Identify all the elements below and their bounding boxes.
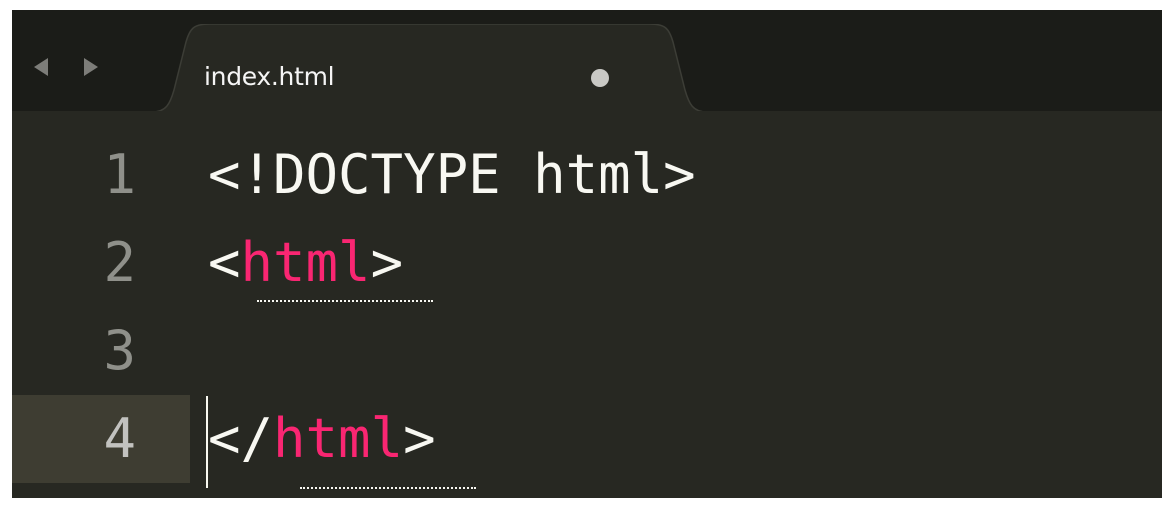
doctype-declaration: <!DOCTYPE html> xyxy=(208,143,696,206)
line-number: 2 xyxy=(103,231,136,294)
tag-punctuation: < xyxy=(208,231,241,294)
tag-punctuation: > xyxy=(370,231,404,294)
line-number-current: 4 xyxy=(103,407,136,470)
triangle-left-icon[interactable] xyxy=(34,58,48,76)
line-number: 1 xyxy=(103,143,136,206)
matching-tag-underline xyxy=(257,300,433,302)
code-line-current[interactable]: </html> xyxy=(208,395,436,483)
tab-index-html[interactable]: index.html xyxy=(152,24,707,112)
editor-window: index.html 1 2 3 4 <!DOCTYPE html> <html… xyxy=(12,10,1162,498)
tab-label: index.html xyxy=(204,62,335,91)
tag-name: html xyxy=(273,407,404,470)
matching-tag-underline xyxy=(300,487,476,489)
tag-punctuation: </ xyxy=(208,407,274,470)
line-number: 3 xyxy=(103,319,136,382)
text-cursor xyxy=(206,396,208,488)
code-editor[interactable]: 1 2 3 4 <!DOCTYPE html> <html> </html> xyxy=(12,111,1162,498)
unsaved-dot-icon[interactable] xyxy=(591,69,609,87)
code-line[interactable]: <html> xyxy=(208,219,403,307)
tab-bar: index.html xyxy=(12,10,1162,112)
tag-punctuation: > xyxy=(403,407,436,470)
triangle-right-icon[interactable] xyxy=(84,58,98,76)
code-line[interactable]: <!DOCTYPE html> xyxy=(208,131,696,219)
tag-name: html xyxy=(240,231,371,294)
